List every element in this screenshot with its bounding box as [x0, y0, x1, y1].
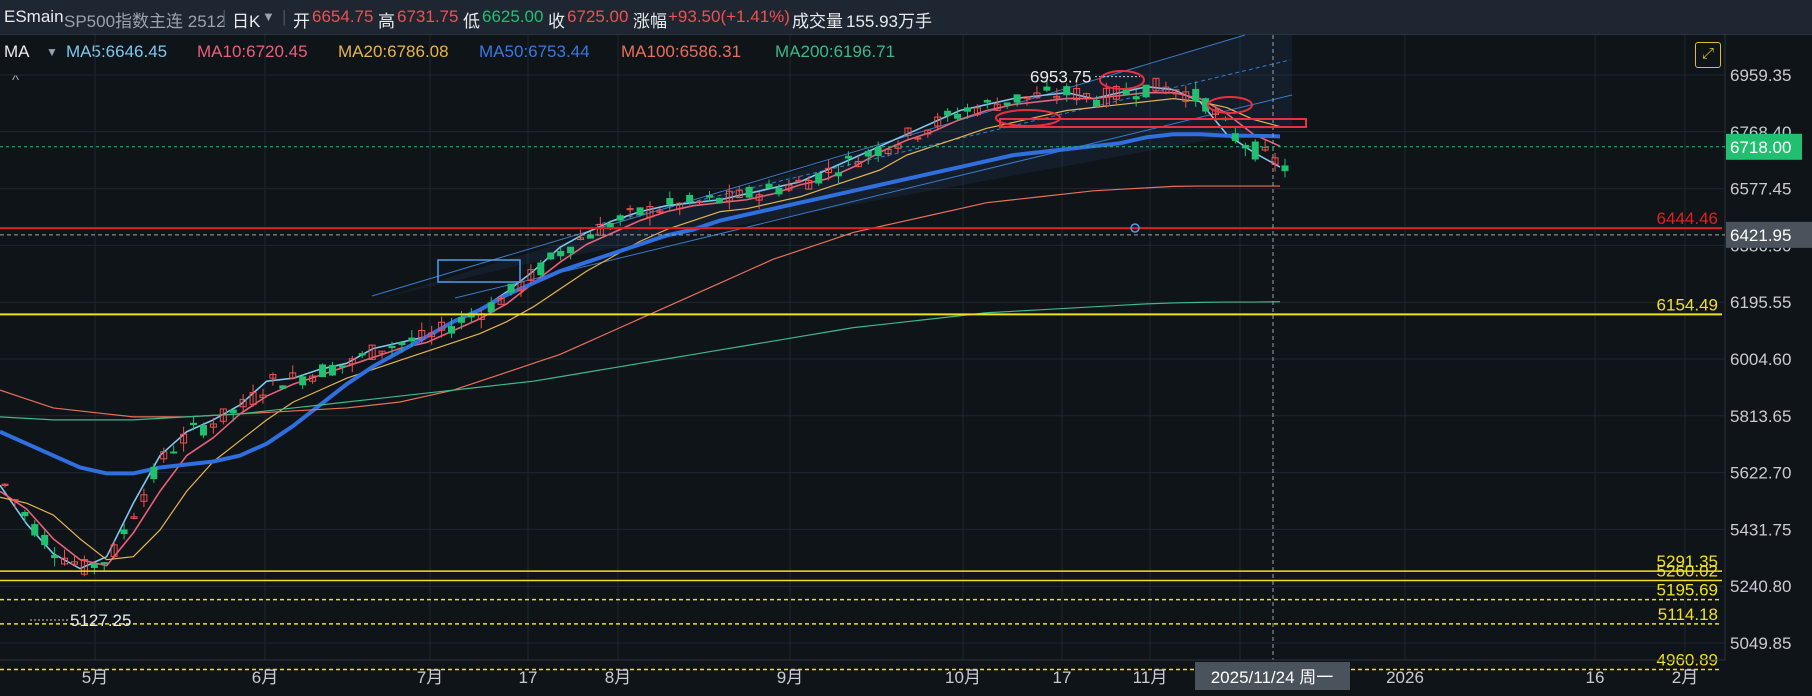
- time-tick-label: 17: [519, 668, 538, 687]
- candle-body: [1122, 89, 1130, 95]
- price-tick-label: 5431.75: [1730, 520, 1791, 539]
- candle-body: [90, 563, 98, 568]
- candle-body: [616, 215, 624, 221]
- time-tick-label: 11月: [1133, 668, 1168, 687]
- price-tick-label: 5049.85: [1730, 634, 1791, 653]
- candle-body: [1192, 88, 1200, 102]
- candle-body: [834, 172, 842, 177]
- candle-body: [319, 364, 327, 378]
- candle-body: [1132, 96, 1140, 100]
- candle-body: [1063, 86, 1071, 96]
- time-tick-label: 8月: [605, 668, 631, 687]
- ma20-line: [0, 98, 1281, 561]
- candle-body: [963, 107, 971, 112]
- channel-lower-line: [454, 94, 1293, 299]
- candle-body: [815, 173, 823, 184]
- current-price-label: 6718.00: [1730, 138, 1791, 157]
- candle-body: [1281, 165, 1289, 172]
- candle-body: [1142, 84, 1150, 98]
- candle-body: [874, 147, 882, 157]
- candle-body: [715, 197, 723, 203]
- crosshair-date-label: 2025/11/24 周一: [1211, 668, 1334, 687]
- candle-body: [537, 262, 545, 276]
- high-annotation: 6953.75: [1030, 68, 1091, 87]
- candle-body: [21, 511, 29, 517]
- price-tick-label: 5240.80: [1730, 577, 1791, 596]
- candle-body: [666, 198, 674, 205]
- candle-body: [507, 283, 515, 293]
- candle-body: [338, 365, 346, 368]
- candle-body: [547, 252, 555, 260]
- low-annotation: 5127.25: [70, 611, 131, 630]
- candle-body: [328, 364, 336, 376]
- crosshair-price-label: 6421.95: [1730, 226, 1791, 245]
- candle-body: [1231, 133, 1239, 141]
- candle-body: [457, 317, 465, 323]
- candle-body: [487, 302, 495, 313]
- time-tick-label: 9月: [777, 668, 803, 687]
- ma200-line: [0, 301, 1281, 421]
- candle-body: [41, 534, 49, 546]
- candle-body: [31, 524, 39, 536]
- candle-body: [954, 113, 962, 119]
- candle-body: [388, 346, 396, 349]
- candle-body: [944, 110, 952, 116]
- candle-body: [567, 246, 575, 254]
- candle-body: [51, 554, 59, 559]
- price-tick-label: 6959.35: [1730, 66, 1791, 85]
- time-tick-label: 10月: [945, 668, 981, 687]
- candle-body: [358, 353, 366, 356]
- price-tick-label: 6195.55: [1730, 293, 1791, 312]
- time-tick-label: 7月: [417, 668, 443, 687]
- price-chart[interactable]: 6959.356768.406577.456386.506195.556004.…: [0, 0, 1812, 696]
- candle-body: [448, 326, 456, 334]
- ma10-line: [0, 91, 1281, 567]
- candle-body: [199, 425, 207, 436]
- time-tick-label: 17: [1053, 668, 1072, 687]
- candle-body: [775, 187, 783, 195]
- time-tick-label: 2月: [1672, 668, 1698, 687]
- candle-body: [120, 529, 128, 535]
- price-tick-label: 5813.65: [1730, 407, 1791, 426]
- candle-body: [745, 186, 753, 198]
- candle-body: [844, 155, 852, 159]
- price-tick-label: 6004.60: [1730, 350, 1791, 369]
- channel-upper-line: [371, 34, 1246, 297]
- level-label: 5114.18: [1658, 605, 1718, 624]
- time-tick-label: 6月: [252, 668, 278, 687]
- candle-body: [100, 562, 108, 565]
- candle-body: [705, 195, 713, 198]
- candle-body: [150, 466, 158, 480]
- candle-body: [1003, 102, 1011, 106]
- candle-body: [983, 100, 991, 103]
- candle-body: [299, 376, 307, 386]
- time-tick-label: 2026: [1386, 668, 1424, 687]
- candle-body: [279, 385, 287, 389]
- candle-body: [696, 200, 704, 203]
- candle-body: [170, 451, 178, 454]
- candle-body: [636, 207, 644, 216]
- level-label: 5260.02: [1657, 561, 1718, 580]
- time-tick-label: 16: [1586, 668, 1605, 687]
- ma50-line: [0, 132, 1281, 476]
- price-tick-label: 5622.70: [1730, 464, 1791, 483]
- candle-body: [1251, 141, 1259, 160]
- level-label: 5195.69: [1657, 581, 1718, 600]
- candle-body: [1013, 94, 1021, 103]
- price-tick-label: 6577.45: [1730, 180, 1791, 199]
- candle-body: [1092, 99, 1100, 106]
- candle-body: [398, 342, 406, 346]
- candle-body: [467, 315, 475, 318]
- candle-body: [765, 183, 773, 189]
- candle-body: [408, 337, 416, 342]
- candle-body: [557, 250, 565, 257]
- candle-body: [190, 422, 198, 425]
- time-tick-label: 5月: [82, 668, 108, 687]
- candle-body: [864, 150, 872, 157]
- candle-body: [229, 409, 237, 414]
- candle-body: [1043, 86, 1051, 91]
- level-label: 6154.49: [1657, 295, 1718, 314]
- candle-body: [686, 194, 694, 203]
- level-label: 6444.46: [1657, 209, 1718, 228]
